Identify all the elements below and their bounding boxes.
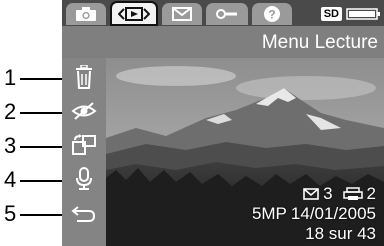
tab-share[interactable]: [162, 3, 202, 25]
camera-icon: [76, 7, 96, 21]
image-position: 18 sur 43: [305, 224, 376, 243]
help-icon: ?: [264, 6, 280, 22]
capture-date: 14/01/2005: [290, 204, 376, 223]
share-envelope-icon: [303, 188, 319, 200]
menu-item-exit[interactable]: [62, 196, 106, 230]
photo-preview: 3 2 5MP 14/01/2005 18 sur 43: [106, 58, 384, 246]
leader-line: [20, 112, 64, 114]
status-area: SD: [320, 4, 382, 24]
tab-bar: ? SD: [62, 0, 384, 26]
playback-menu: [62, 58, 106, 246]
callout-2: 2: [0, 99, 66, 125]
callout-4: 4: [0, 167, 66, 193]
back-arrow-icon: [71, 206, 96, 222]
callout-number: 5: [4, 201, 17, 226]
memory-card-badge: SD: [320, 7, 342, 21]
print-count: 2: [366, 184, 376, 203]
trash-icon: [76, 65, 92, 89]
red-eye-removal-icon: [71, 102, 97, 120]
callout-number: 4: [4, 167, 17, 192]
leader-line: [20, 146, 64, 148]
title-strip: Menu Lecture: [62, 26, 384, 58]
leader-line: [20, 214, 64, 216]
microphone-icon: [76, 167, 92, 190]
menu-item-rotate[interactable]: [62, 128, 106, 162]
callout-1: 1: [0, 65, 66, 91]
leader-line: [20, 78, 64, 80]
tab-setup[interactable]: [206, 3, 248, 25]
print-icon: [342, 187, 363, 200]
share-print-row: 3 2: [252, 184, 376, 204]
callout-number: 2: [4, 99, 17, 124]
resolution: 5MP: [251, 204, 287, 223]
battery-icon: [346, 8, 380, 20]
tab-help[interactable]: ?: [252, 3, 292, 25]
tab-playback[interactable]: [110, 1, 158, 26]
svg-text:?: ?: [268, 8, 275, 22]
menu-item-red-eye[interactable]: [62, 94, 106, 128]
callout-number: 1: [4, 65, 17, 90]
tab-capture[interactable]: [66, 3, 106, 25]
callout-5: 5: [0, 201, 66, 227]
menu-item-delete[interactable]: [62, 60, 106, 94]
wrench-icon: [216, 9, 237, 19]
camera-lcd-screen: ? SD Menu Lecture 3 2 5MP 14/01/2005 18 …: [62, 0, 384, 246]
rotate-icon: [72, 134, 96, 155]
share-count: 3: [323, 184, 333, 203]
callout-3: 3: [0, 133, 66, 159]
playback-icon: [118, 6, 150, 21]
leader-line: [20, 180, 64, 182]
envelope-icon: [172, 7, 192, 21]
image-position-row: 18 sur 43: [252, 224, 376, 244]
menu-item-audio[interactable]: [62, 162, 106, 196]
photo-info: 3 2 5MP 14/01/2005 18 sur 43: [252, 184, 376, 244]
page-title: Menu Lecture: [261, 32, 378, 53]
callout-number: 3: [4, 133, 17, 158]
resolution-date-row: 5MP 14/01/2005: [252, 204, 376, 224]
